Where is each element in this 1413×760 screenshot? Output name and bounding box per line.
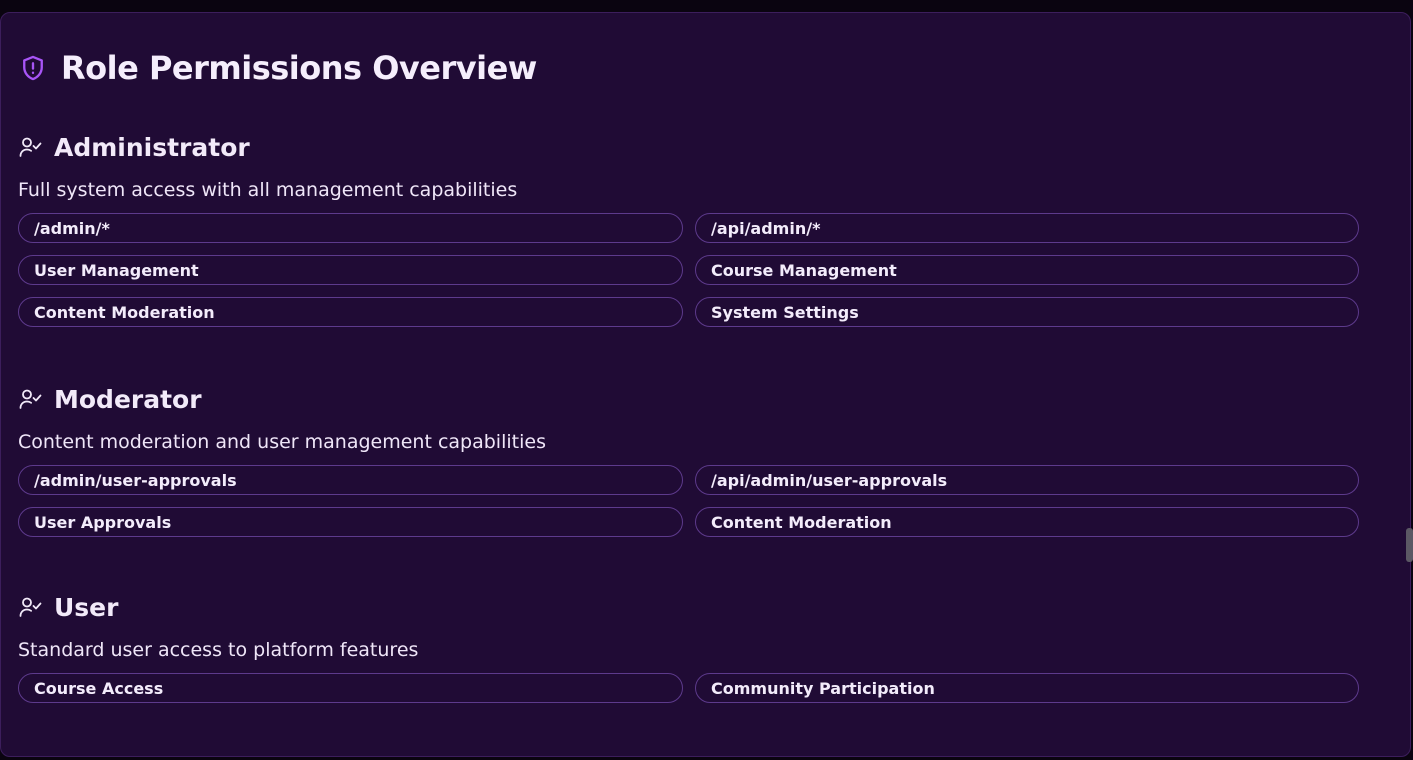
page-title-text: Role Permissions Overview [61,49,537,87]
role-description: Content moderation and user management c… [18,431,546,453]
role-header: Moderator [18,383,1360,415]
permission-badge: System Settings [695,297,1359,327]
role-name: User [54,592,119,622]
permission-list: /admin/* /api/admin/* User Management Co… [18,213,1360,327]
shield-alert-icon [23,55,43,81]
permission-badge: /admin/* [18,213,683,243]
role-description: Full system access with all management c… [18,179,518,201]
permission-badge: /admin/user-approvals [18,465,683,495]
page-title: Role Permissions Overview [19,49,537,87]
permission-badge: /api/admin/user-approvals [695,465,1359,495]
role-header: Administrator [18,131,1360,163]
role-permissions-card: Role Permissions Overview Administrator … [0,12,1411,757]
role-name: Moderator [54,384,202,414]
permission-badge: Course Access [18,673,683,703]
permission-badge: Content Moderation [695,507,1359,537]
user-check-icon [19,137,42,157]
user-check-icon [19,389,42,409]
scrollbar-thumb[interactable] [1406,528,1413,562]
permission-list: /admin/user-approvals /api/admin/user-ap… [18,465,1360,537]
permission-badge: User Management [18,255,683,285]
user-check-icon [19,597,42,617]
role-name: Administrator [54,132,250,162]
permission-badge: /api/admin/* [695,213,1359,243]
permission-badge: Community Participation [695,673,1359,703]
role-section-administrator: Administrator Full system access with al… [18,131,1360,327]
role-description: Standard user access to platform feature… [18,639,419,661]
permission-badge: User Approvals [18,507,683,537]
permission-badge: Course Management [695,255,1359,285]
permission-list: Course Access Community Participation [18,673,1360,703]
permission-badge: Content Moderation [18,297,683,327]
role-header: User [18,591,1360,623]
role-section-user: User Standard user access to platform fe… [18,591,1360,703]
role-section-moderator: Moderator Content moderation and user ma… [18,383,1360,537]
